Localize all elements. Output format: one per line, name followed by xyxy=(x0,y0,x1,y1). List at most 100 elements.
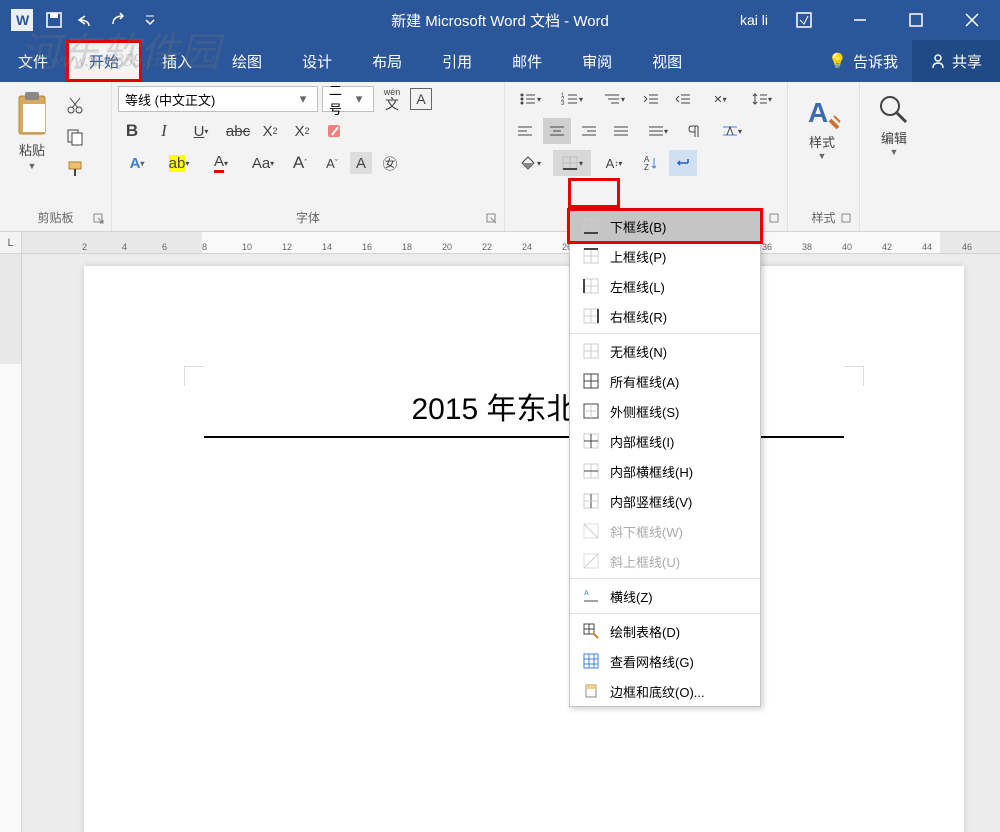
tab-insert[interactable]: 插入 xyxy=(142,40,212,82)
decrease-indent-button[interactable] xyxy=(637,86,665,112)
border-inside-h-icon xyxy=(582,462,600,480)
snap-to-grid-button[interactable]: ▾ xyxy=(713,118,751,144)
copy-icon[interactable] xyxy=(62,124,88,150)
multilevel-list-button[interactable]: ▾ xyxy=(595,86,633,112)
tab-home[interactable]: 开始 xyxy=(66,40,142,82)
tab-view[interactable]: 视图 xyxy=(632,40,702,82)
tab-references[interactable]: 引用 xyxy=(422,40,492,82)
close-icon[interactable] xyxy=(952,0,992,40)
grow-font-button[interactable]: Aˆ xyxy=(286,150,314,176)
align-center-button[interactable] xyxy=(543,118,571,144)
document-area[interactable]: 2015 年东北区营 xyxy=(22,254,1000,832)
text-effects-button[interactable]: A ▾ xyxy=(118,150,156,176)
font-color-button[interactable]: A ▾ xyxy=(202,150,240,176)
qat-customize-icon[interactable] xyxy=(136,6,164,34)
bold-button[interactable]: B xyxy=(118,118,146,144)
ruler-horizontal[interactable]: 2468101214161820222426283032343638404244… xyxy=(22,232,1000,254)
redo-icon[interactable] xyxy=(104,6,132,34)
paragraph-mark-button[interactable] xyxy=(669,150,697,176)
paste-button[interactable]: 粘贴 ▼ xyxy=(6,86,58,182)
editing-button[interactable]: 编辑 ▼ xyxy=(866,86,922,157)
font-size-value: 二号 xyxy=(329,80,351,118)
maximize-icon[interactable] xyxy=(896,0,936,40)
ruler-vertical[interactable] xyxy=(0,254,22,832)
menu-draw-table[interactable]: 绘制表格(D) xyxy=(570,616,760,646)
menu-horizontal-line[interactable]: A 横线(Z) xyxy=(570,581,760,611)
menu-border-diag-down[interactable]: 斜下框线(W) xyxy=(570,516,760,546)
minimize-icon[interactable] xyxy=(840,0,880,40)
borders-button[interactable]: ▾ xyxy=(553,150,591,176)
tab-design[interactable]: 设计 xyxy=(282,40,352,82)
superscript-button[interactable]: X2 xyxy=(288,118,316,144)
bullets-button[interactable]: ▾ xyxy=(511,86,549,112)
text-direction-button[interactable]: A↕▾ xyxy=(595,150,633,176)
show-marks-button[interactable] xyxy=(681,118,709,144)
tell-me[interactable]: 💡 告诉我 xyxy=(814,51,912,72)
save-icon[interactable] xyxy=(40,6,68,34)
italic-button[interactable]: I xyxy=(150,118,178,144)
word-icon[interactable]: W xyxy=(8,6,36,34)
menu-border-inside[interactable]: 内部框线(I) xyxy=(570,426,760,456)
clipboard-icon xyxy=(13,90,51,138)
underline-button[interactable]: U ▾ xyxy=(182,118,220,144)
enclose-characters-button[interactable]: ㊛ xyxy=(376,150,404,176)
styles-button[interactable]: A 样式 ▼ xyxy=(794,86,850,161)
paragraph-launcher-icon[interactable] xyxy=(769,213,783,227)
menu-border-outside[interactable]: 外侧框线(S) xyxy=(570,396,760,426)
tab-mailings[interactable]: 邮件 xyxy=(492,40,562,82)
styles-launcher-icon[interactable] xyxy=(841,213,855,227)
svg-text:A: A xyxy=(584,590,589,597)
font-family-combo[interactable]: 等线 (中文正文) ▾ xyxy=(118,86,318,112)
numbering-button[interactable]: 123▾ xyxy=(553,86,591,112)
format-painter-icon[interactable] xyxy=(62,156,88,182)
character-shading-button[interactable]: A xyxy=(350,152,372,174)
shrink-font-button[interactable]: Aˇ xyxy=(318,150,346,176)
asian-layout-button[interactable]: ✕▾ xyxy=(701,86,739,112)
font-size-combo[interactable]: 二号 ▾ xyxy=(322,86,374,112)
align-right-button[interactable] xyxy=(575,118,603,144)
menu-label: 绘制表格(D) xyxy=(610,622,680,641)
sort-button[interactable]: AZ xyxy=(637,150,665,176)
clipboard-launcher-icon[interactable] xyxy=(93,213,107,227)
line-spacing-button[interactable]: ▾ xyxy=(743,86,781,112)
menu-border-top[interactable]: 上框线(P) xyxy=(570,241,760,271)
subscript-button[interactable]: X2 xyxy=(256,118,284,144)
tab-layout[interactable]: 布局 xyxy=(352,40,422,82)
strikethrough-button[interactable]: abc xyxy=(224,118,252,144)
ribbon-display-icon[interactable] xyxy=(784,0,824,40)
ruler-corner[interactable]: L xyxy=(0,232,22,254)
share-button[interactable]: 共享 xyxy=(912,40,1000,82)
menu-border-inside-h[interactable]: 内部横框线(H) xyxy=(570,456,760,486)
distributed-button[interactable]: ▾ xyxy=(639,118,677,144)
cut-icon[interactable] xyxy=(62,92,88,118)
page[interactable]: 2015 年东北区营 xyxy=(84,266,964,832)
tab-draw[interactable]: 绘图 xyxy=(212,40,282,82)
menu-view-gridlines[interactable]: 查看网格线(G) xyxy=(570,646,760,676)
menu-border-none[interactable]: 无框线(N) xyxy=(570,336,760,366)
justify-button[interactable] xyxy=(607,118,635,144)
menu-border-inside-v[interactable]: 内部竖框线(V) xyxy=(570,486,760,516)
menu-borders-shading[interactable]: 边框和底纹(O)... xyxy=(570,676,760,706)
menu-border-bottom[interactable]: 下框线(B) xyxy=(570,211,760,241)
menu-border-right[interactable]: 右框线(R) xyxy=(570,301,760,331)
character-border-icon[interactable]: A xyxy=(410,88,432,110)
highlight-button[interactable]: ab▾ xyxy=(160,150,198,176)
shading-button[interactable]: ▾ xyxy=(511,150,549,176)
ruler-tick: 16 xyxy=(362,242,372,252)
ruler-tick: 46 xyxy=(962,242,972,252)
border-none-icon xyxy=(582,342,600,360)
font-launcher-icon[interactable] xyxy=(486,213,500,227)
increase-indent-button[interactable] xyxy=(669,86,697,112)
tab-file[interactable]: 文件 xyxy=(0,40,66,82)
phonetic-guide-icon[interactable]: wén文 xyxy=(378,86,406,112)
username[interactable]: kai li xyxy=(740,12,768,28)
clear-formatting-icon[interactable] xyxy=(320,118,348,144)
menu-border-diag-up[interactable]: 斜上框线(U) xyxy=(570,546,760,576)
menu-label: 下框线(B) xyxy=(610,217,666,236)
tab-review[interactable]: 审阅 xyxy=(562,40,632,82)
align-left-button[interactable] xyxy=(511,118,539,144)
menu-border-all[interactable]: 所有框线(A) xyxy=(570,366,760,396)
menu-border-left[interactable]: 左框线(L) xyxy=(570,271,760,301)
undo-icon[interactable] xyxy=(72,6,100,34)
change-case-button[interactable]: Aa ▾ xyxy=(244,150,282,176)
